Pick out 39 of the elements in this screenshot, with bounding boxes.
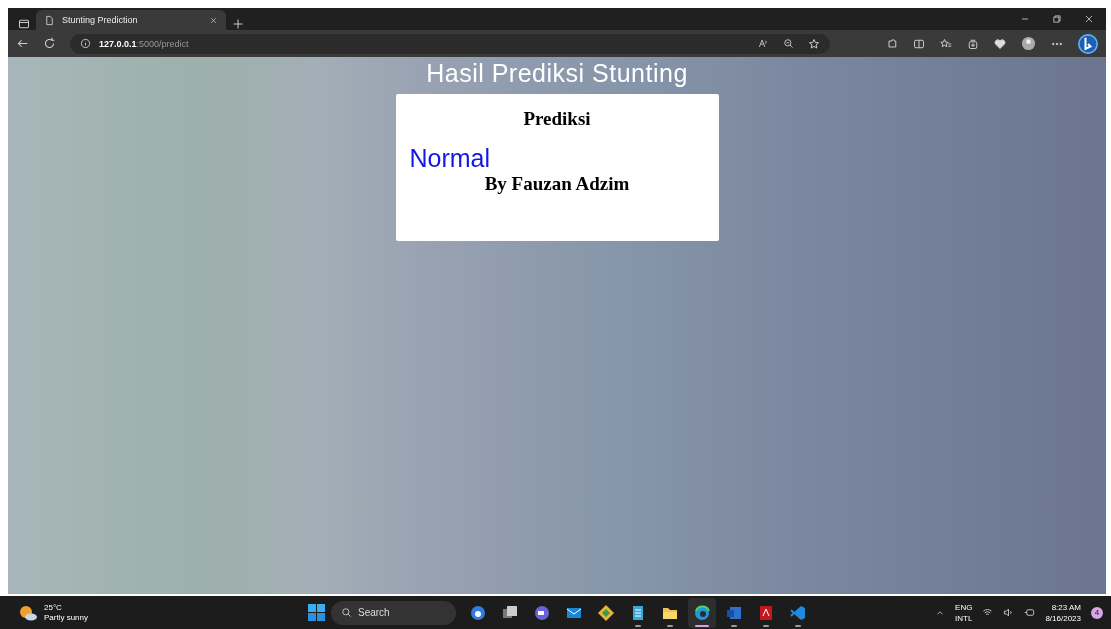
temperature: 25°C (44, 602, 63, 613)
clock[interactable]: 8:23 AM 8/16/2023 (1045, 601, 1081, 624)
restore-icon[interactable] (1052, 14, 1062, 24)
star-icon[interactable] (808, 37, 820, 50)
collections-icon[interactable] (967, 37, 979, 50)
new-tab-icon[interactable] (232, 18, 244, 30)
language-indicator[interactable]: ENG INTL (955, 601, 973, 624)
card-title: Prediksi (523, 108, 591, 130)
close-icon[interactable] (1084, 14, 1094, 24)
prediction-result: Normal (409, 144, 491, 173)
chat-icon (533, 603, 551, 622)
zoom-out-icon[interactable] (783, 38, 794, 49)
taskbar-app[interactable] (688, 597, 716, 628)
url-text[interactable]: 127.0.0.1:5000/predict (99, 38, 189, 49)
info-icon[interactable] (80, 38, 91, 49)
author-text: By Fauzan Adzim (484, 173, 630, 195)
code-editor-icon (789, 603, 807, 622)
notification-badge[interactable]: 4 (1091, 606, 1103, 619)
browser-tab[interactable]: Stunting Prediction (36, 10, 226, 30)
diamond-icon (597, 603, 615, 622)
page-icon (44, 14, 55, 26)
close-icon[interactable] (209, 15, 218, 25)
tab-actions-icon[interactable] (18, 18, 30, 30)
profile-icon[interactable] (1021, 36, 1036, 51)
start-icon[interactable] (308, 604, 325, 621)
refresh-icon[interactable] (43, 37, 56, 50)
favorites-icon[interactable] (940, 37, 952, 50)
heart-icon[interactable] (994, 37, 1006, 50)
pdf-icon (757, 603, 775, 622)
page-heading: Hasil Prediksi Stunting (426, 59, 688, 88)
search-field[interactable]: Search (331, 600, 456, 625)
back-icon[interactable] (16, 37, 29, 50)
weather-condition: Partly sunny (44, 612, 89, 623)
read-aloud-icon[interactable] (758, 38, 769, 49)
weather-icon[interactable] (18, 603, 38, 622)
wifi-icon[interactable] (982, 607, 994, 618)
split-screen-icon[interactable] (913, 37, 925, 50)
search-icon (341, 607, 352, 618)
volume-icon[interactable] (1003, 607, 1015, 618)
